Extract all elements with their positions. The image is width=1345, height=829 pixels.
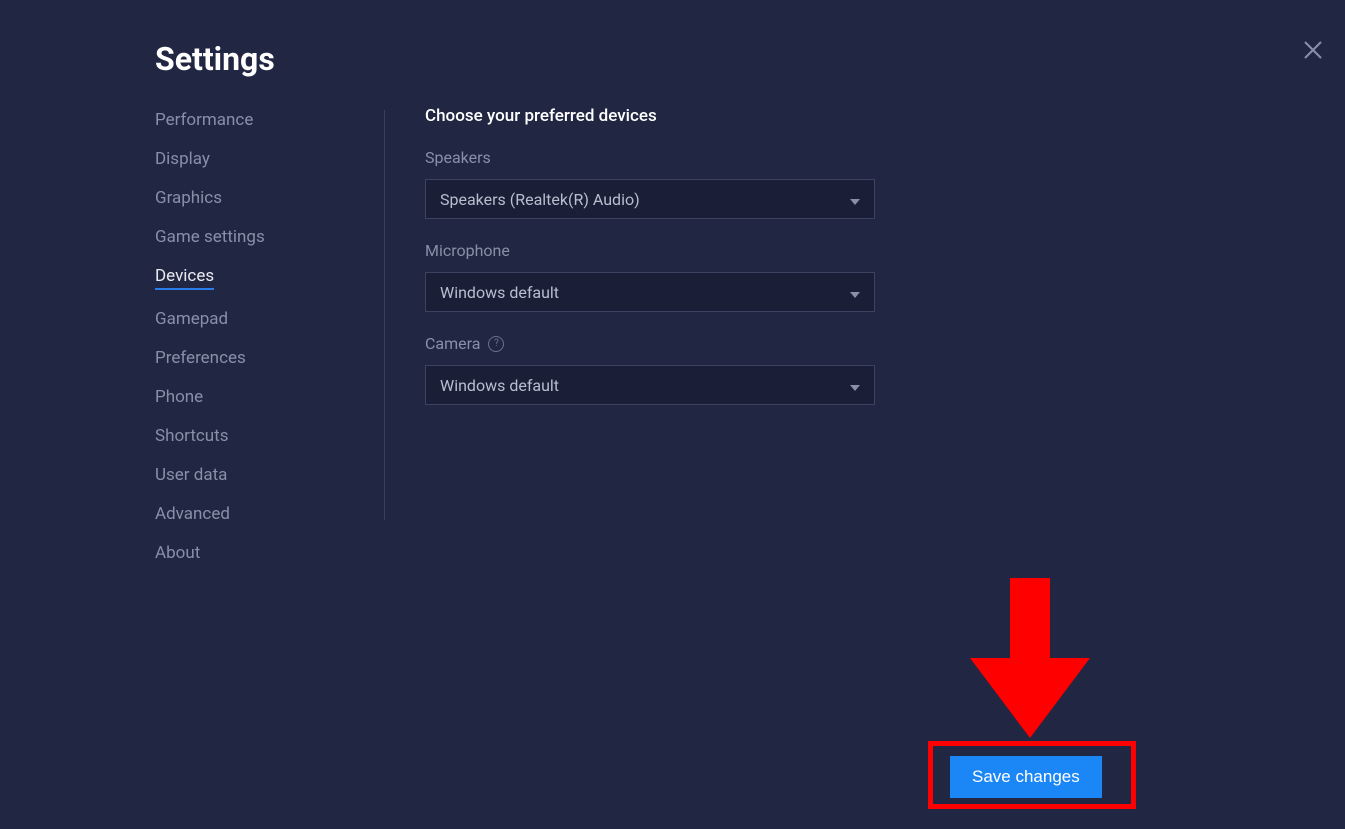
sidebar-item-display[interactable]: Display <box>155 149 210 169</box>
page-title: Settings <box>155 40 275 78</box>
annotation-arrow-icon <box>970 578 1090 742</box>
sidebar-item-advanced[interactable]: Advanced <box>155 504 230 524</box>
chevron-down-icon <box>850 376 860 395</box>
settings-content: Choose your preferred devices Speakers S… <box>425 106 925 427</box>
camera-select[interactable]: Windows default <box>425 365 875 405</box>
speakers-label: Speakers <box>425 148 925 167</box>
camera-value: Windows default <box>440 376 559 395</box>
camera-field: Camera ? Windows default <box>425 334 925 405</box>
settings-sidebar: Performance Display Graphics Game settin… <box>155 110 385 520</box>
sidebar-item-preferences[interactable]: Preferences <box>155 348 246 368</box>
sidebar-item-phone[interactable]: Phone <box>155 387 203 407</box>
sidebar-item-graphics[interactable]: Graphics <box>155 188 222 208</box>
help-icon[interactable]: ? <box>488 336 504 352</box>
sidebar-item-performance[interactable]: Performance <box>155 110 253 130</box>
sidebar-item-gamepad[interactable]: Gamepad <box>155 309 228 329</box>
microphone-label: Microphone <box>425 241 925 260</box>
chevron-down-icon <box>850 190 860 209</box>
sidebar-item-game-settings[interactable]: Game settings <box>155 227 265 247</box>
close-button[interactable] <box>1299 36 1327 64</box>
chevron-down-icon <box>850 283 860 302</box>
section-title: Choose your preferred devices <box>425 106 925 126</box>
sidebar-item-devices[interactable]: Devices <box>155 266 214 290</box>
sidebar-item-about[interactable]: About <box>155 543 200 563</box>
sidebar-item-shortcuts[interactable]: Shortcuts <box>155 426 229 446</box>
camera-label: Camera <box>425 334 480 353</box>
speakers-select[interactable]: Speakers (Realtek(R) Audio) <box>425 179 875 219</box>
save-changes-button[interactable]: Save changes <box>950 756 1102 798</box>
microphone-value: Windows default <box>440 283 559 302</box>
microphone-field: Microphone Windows default <box>425 241 925 312</box>
speakers-field: Speakers Speakers (Realtek(R) Audio) <box>425 148 925 219</box>
sidebar-item-user-data[interactable]: User data <box>155 465 227 485</box>
speakers-value: Speakers (Realtek(R) Audio) <box>440 190 640 209</box>
microphone-select[interactable]: Windows default <box>425 272 875 312</box>
close-icon <box>1304 41 1322 59</box>
